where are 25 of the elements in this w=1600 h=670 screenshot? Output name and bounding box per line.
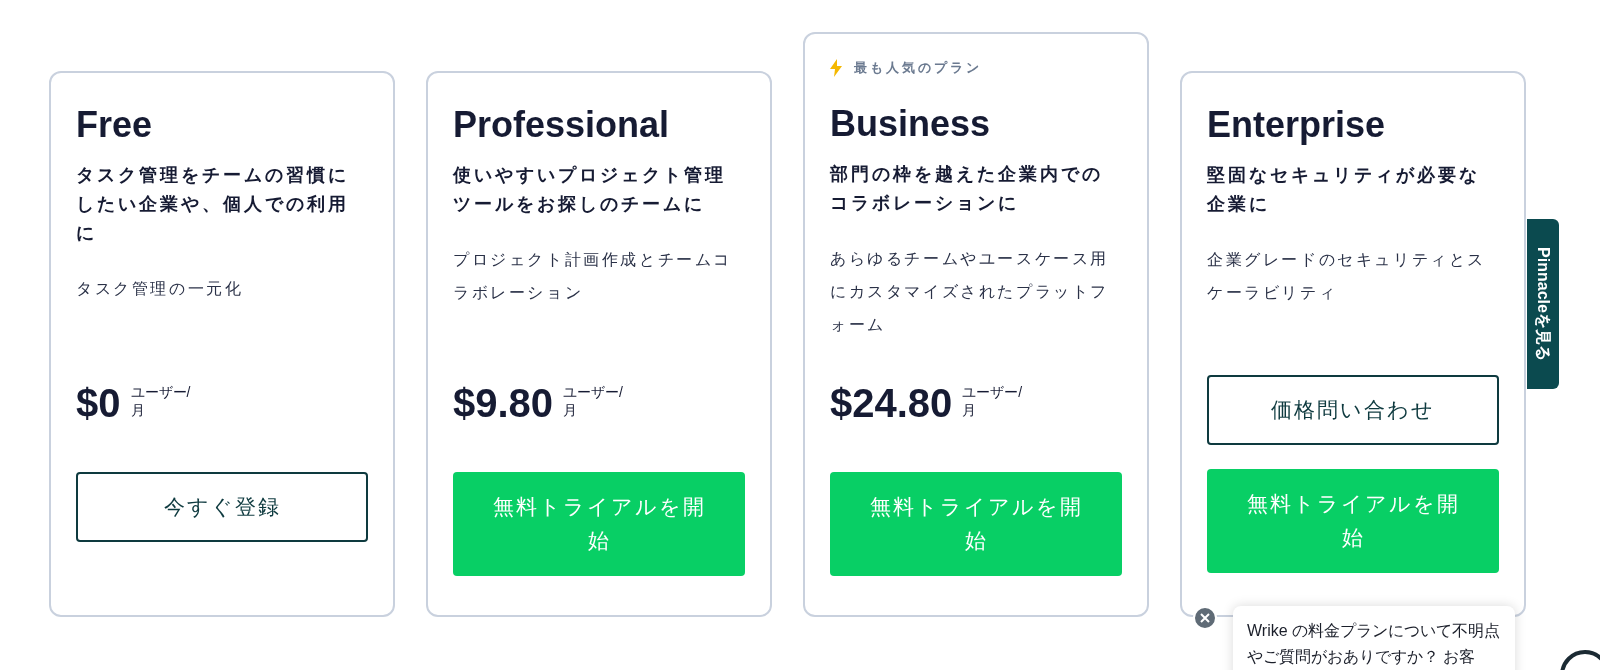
plan-subtitle: タスク管理をチームの習慣にしたい企業や、個人での利用に <box>76 164 350 245</box>
chat-message: Wrike の料金プランについて不明点やご質問がおありですか？ お客 <box>1247 621 1501 667</box>
plan-description: 企業グレードのセキュリティとスケーラビリティ <box>1207 250 1487 303</box>
plan-title: Business <box>830 102 992 146</box>
price-unit: ユーザー/月 <box>563 383 624 419</box>
plan-title: Professional <box>453 103 671 147</box>
outline-button[interactable]: 今すぐ登録 <box>76 472 368 542</box>
outline-button[interactable]: 価格問い合わせ <box>1207 375 1499 445</box>
plan-title: Enterprise <box>1207 103 1387 147</box>
plan-subtitle: 堅固なセキュリティが必要な企業に <box>1207 164 1481 216</box>
plan-description: あらゆるチームやユースケース用にカスタマイズされたプラットフォーム <box>830 249 1110 335</box>
plan-subtitle: 使いやすいプロジェクト管理ツールをお探しのチームに <box>453 164 727 216</box>
price: $0 <box>76 381 121 425</box>
popular-label: 最も人気のプラン <box>854 59 982 78</box>
close-icon[interactable] <box>1193 606 1217 630</box>
lightning-icon <box>830 59 842 77</box>
price: $24.80 <box>830 381 953 425</box>
plan-description: プロジェクト計画作成とチームコラボレーション <box>453 250 733 303</box>
plan-title: Free <box>76 103 154 147</box>
side-tab[interactable]: Pinnacleを見る <box>1527 219 1559 389</box>
plan-subtitle: 部門の枠を越えた企業内でのコラボレーションに <box>830 163 1104 215</box>
price: $9.80 <box>453 381 554 425</box>
price-unit: ユーザー/月 <box>962 383 1024 419</box>
price-unit: ユーザー/月 <box>130 383 192 419</box>
plan-description: タスク管理の一元化 <box>76 279 245 299</box>
